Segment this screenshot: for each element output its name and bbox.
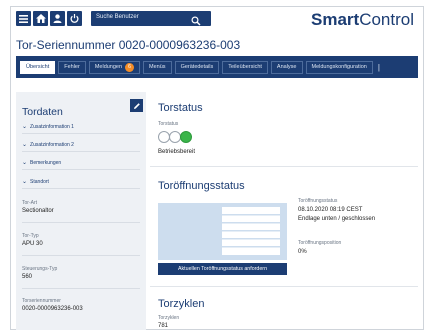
- chevron-down-icon: ⌄: [22, 124, 28, 130]
- top-bar: Suche Benutzer SmartControl: [16, 10, 416, 31]
- sidebar-title: Tordaten: [22, 106, 63, 118]
- oeffnungsstatus-datetime: 08.10.2020 08:19 CEST: [298, 207, 363, 213]
- accordion-zusatzinformation-2[interactable]: ⌄ Zusatzinformation 2: [22, 138, 140, 152]
- menu-icon[interactable]: [16, 11, 31, 26]
- oeffnungsstatus-label: Toröffnungsstatus: [298, 198, 338, 204]
- oeffnungsstatus-heading: Toröffnungsstatus: [158, 180, 245, 192]
- accordion-bemerkungen[interactable]: ⌄ Bemerkungen: [22, 156, 140, 170]
- torstatus-label: Torstatus: [158, 121, 179, 127]
- field-value-steuerungs-typ: 560: [22, 274, 33, 280]
- field-label-steuerungs-typ: Steuerungs-Typ: [22, 266, 58, 272]
- door-illustration: [158, 203, 287, 260]
- divider: [22, 288, 140, 289]
- tab-bar: Übersicht Fehler Meldungen 6 Menüs Geräte…: [16, 56, 418, 78]
- edit-button[interactable]: [130, 99, 143, 112]
- tab-teileuebersicht[interactable]: Teileübersicht: [222, 60, 268, 74]
- user-icon[interactable]: [50, 11, 65, 26]
- torzyklen-heading: Torzyklen: [158, 298, 205, 310]
- field-value-tor-typ: APU 30: [22, 241, 43, 247]
- request-status-button[interactable]: Aktuellen Toröffnungsstatus anfordern: [158, 263, 287, 275]
- search-icon[interactable]: [191, 13, 201, 31]
- tab-meldungen[interactable]: Meldungen 6: [88, 60, 141, 74]
- oeffnungsposition-value: 0%: [298, 249, 307, 255]
- torzyklen-value: 781: [158, 323, 169, 329]
- accordion-standort[interactable]: ⌄ Standort: [22, 175, 140, 189]
- field-label-torseriennummer: Torseriennummer: [22, 298, 61, 304]
- home-icon[interactable]: [33, 11, 48, 26]
- field-label-tor-typ: Tor-Typ: [22, 233, 39, 239]
- tab-fehler[interactable]: Fehler: [58, 60, 86, 74]
- chevron-down-icon: ⌄: [22, 142, 28, 148]
- page-title: Tor-Seriennummer 0020-0000963236-003: [16, 38, 241, 52]
- section-divider: [150, 286, 418, 287]
- chevron-down-icon: ⌄: [22, 179, 28, 185]
- tab-uebersicht[interactable]: Übersicht: [20, 60, 56, 74]
- divider: [22, 255, 140, 256]
- torstatus-value: Betriebsbereit: [158, 149, 196, 155]
- search-input[interactable]: Suche Benutzer: [91, 11, 211, 26]
- torzyklen-label: Torzyklen: [158, 315, 180, 321]
- torstatus-heading: Torstatus: [158, 102, 203, 114]
- divider: [22, 222, 140, 223]
- pencil-icon: [133, 102, 140, 109]
- power-icon[interactable]: [67, 11, 82, 26]
- more-tabs-icon[interactable]: |: [378, 63, 380, 72]
- field-value-torseriennummer: 0020-0000963236-003: [22, 306, 83, 312]
- oeffnungsstatus-text: Endlage unten / geschlossen: [298, 216, 376, 222]
- tab-geraetedetails[interactable]: Gerätedetails: [174, 60, 220, 74]
- brand-logo: SmartControl: [311, 10, 414, 29]
- field-label-tor-art: Tor-Art: [22, 200, 37, 206]
- accordion-zusatzinformation-1[interactable]: ⌄ Zusatzinformation 1: [22, 120, 140, 134]
- search-placeholder: Suche Benutzer: [96, 14, 139, 20]
- tab-analyse[interactable]: Analyse: [270, 60, 303, 74]
- section-divider: [150, 166, 418, 167]
- field-value-tor-art: Sectionaltor: [22, 208, 54, 214]
- tab-menues[interactable]: Menüs: [143, 60, 172, 74]
- status-light-green: [180, 131, 192, 143]
- count-badge: 6: [125, 62, 135, 72]
- tab-meldungskonfiguration[interactable]: Meldungskonfiguration: [305, 60, 373, 74]
- chevron-down-icon: ⌄: [22, 160, 28, 166]
- sidebar-tordaten: Tordaten ⌄ Zusatzinformation 1 ⌄ Zusatzinf…: [16, 92, 146, 330]
- oeffnungsposition-label: Toröffnungsposition: [298, 240, 342, 246]
